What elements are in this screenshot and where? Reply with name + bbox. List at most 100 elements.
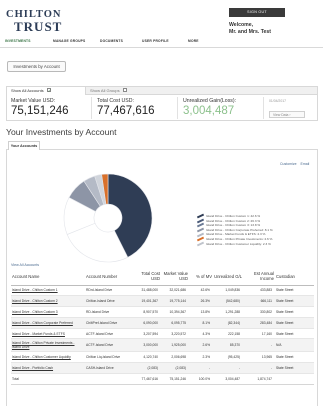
main-nav: INVESTMENTS MANAGE GROUPS DOCUMENTS USER…	[5, 39, 245, 45]
nav-manage-groups[interactable]: MANAGE GROUPS	[53, 39, 85, 43]
percent-mv: 13.8%	[189, 306, 213, 318]
unrealized-gain-label: Unrealized Gain(Loss):	[183, 98, 237, 104]
total-cell	[275, 373, 314, 385]
account-name-link[interactable]: Island Drive - Chilton Custom 2	[11, 295, 85, 308]
custodian: N/A	[275, 338, 314, 353]
header: CHILTON TRUST SIGN OUT Welcome, Mr. and …	[0, 0, 323, 52]
allocation-donut-chart	[63, 173, 153, 263]
unrealized-gl: 85,370	[213, 338, 243, 353]
custodian: State Street	[275, 362, 314, 375]
investments-by-account-button[interactable]: Investments by Account	[7, 61, 66, 72]
view-data-button[interactable]: View Data ›	[269, 111, 305, 118]
tab-show-all-accounts[interactable]: Show All Accounts	[7, 87, 86, 95]
account-name-link[interactable]: Island Drive - Chilton Custom 3	[11, 306, 85, 318]
account-name-link[interactable]: Island Drive - Chilton Private Investmen…	[11, 338, 85, 353]
account-name-link[interactable]: Island Drive - Chilton Custom 1	[11, 285, 85, 297]
total-cost: 4,120,740	[131, 351, 161, 364]
tab-show-all-accounts-label: Show All Accounts	[11, 88, 44, 93]
market-value-metric: Market Value USD: 75,151,246	[11, 98, 69, 117]
total-cell: 100.0%	[189, 373, 213, 385]
nav-investments[interactable]: INVESTMENTS	[5, 39, 31, 43]
metric-divider	[263, 97, 264, 119]
table-row[interactable]: Island Drive - Chilton Custom 2 Chilton-I…	[11, 295, 314, 308]
unrealized-gl: 1,049,836	[213, 285, 243, 297]
show-all-groups-checkbox[interactable]	[122, 88, 127, 93]
legend-label: Island Drive - Chilton Custom 1: 42.6 %	[206, 214, 261, 218]
market-value: 19,775,144	[161, 295, 189, 308]
sign-out-button[interactable]: SIGN OUT	[229, 8, 285, 17]
nav-documents[interactable]: DOCUMENTS	[100, 39, 123, 43]
as-of-date: 01/04/2017	[269, 99, 286, 103]
account-number: Chilton Liq-Island Drive	[85, 351, 131, 364]
chilton-trust-logo[interactable]: CHILTON TRUST	[6, 9, 68, 33]
tab-show-all-groups-label: Show All Groups	[90, 88, 120, 93]
table-row[interactable]: Island Drive - Chilton Custom 1 RDrd-Isla…	[11, 285, 314, 297]
view-all-accounts-link[interactable]: View All Accounts	[11, 263, 39, 267]
unrealized-gl: (95,425)	[213, 351, 243, 364]
account-number: RD-Island Drive	[85, 306, 131, 318]
custodian: State Street	[275, 317, 314, 329]
account-number: ACTF-Island Drive	[85, 338, 131, 353]
tab-your-accounts[interactable]: Your Accounts	[8, 141, 40, 150]
total-cell: 1,874,747	[243, 373, 275, 385]
market-value: 6,095,775	[161, 317, 189, 329]
nav-more[interactable]: MORE	[188, 39, 199, 43]
unrealized-gain-value: 3,004,487	[183, 105, 235, 117]
account-name-link[interactable]: Island Drive - Portfolio Cash	[11, 362, 85, 375]
show-all-accounts-checkbox[interactable]	[46, 87, 51, 95]
chart-legend: Island Drive - Chilton Custom 1: 42.6 % I…	[196, 213, 273, 247]
legend-label: Island Drive - Chilton Custom 2: 26.3 %	[206, 218, 261, 223]
total-cell	[85, 373, 131, 385]
chevron-right-icon: ›	[289, 113, 291, 117]
table-row[interactable]: Island Drive - Chilton Customer Liquidit…	[11, 351, 314, 364]
nav-user-profile[interactable]: USER PROFILE	[142, 39, 169, 43]
table-row[interactable]: Island Drive - Portfolio Cash CASH-Island…	[11, 362, 314, 375]
total-cost: 19,401,367	[131, 295, 161, 308]
col-market-value[interactable]: Market Value USD	[161, 268, 189, 286]
legend-label: Island Drive - Chilton Custom 3: 13.8 %	[206, 223, 261, 228]
table-row[interactable]: Island Drive - Chilton Private Investmen…	[11, 338, 314, 353]
col-est-annual-income[interactable]: Est Annual Income	[243, 268, 275, 286]
market-value: 3,220,572	[161, 328, 189, 340]
market-value: (2,083)	[161, 362, 189, 375]
customize-link[interactable]: Customize	[280, 162, 297, 166]
account-number: ChiltPref-Island Drive	[85, 317, 131, 329]
col-account-number[interactable]: Account Number	[85, 268, 131, 286]
est-annual-income: -	[243, 338, 275, 353]
legend-label: Island Drive - Market Funds & ETFS: 4.3 …	[206, 232, 266, 237]
view-data-label: View Data	[273, 113, 289, 117]
table-row[interactable]: Island Drive - Chilton Custom 3 RD-Island…	[11, 306, 314, 318]
unrealized-gl: (82,344)	[213, 317, 243, 329]
table-total-row: Total 77,467,616 75,151,246 100.0% 3,004,487…	[11, 373, 314, 385]
percent-mv: 26.3%	[189, 295, 213, 308]
total-cell: 75,151,246	[161, 373, 189, 385]
percent-mv: 2.3%	[189, 351, 213, 364]
unrealized-gl: -	[213, 362, 243, 375]
col-account-name[interactable]: Account Name	[11, 268, 85, 286]
email-link[interactable]: Email	[301, 162, 310, 166]
est-annual-income: 13,965	[243, 351, 275, 364]
col-custodian[interactable]: Custodian	[275, 268, 314, 286]
tab-show-all-groups[interactable]: Show All Groups	[86, 87, 317, 95]
welcome-user-name: Mr. and Mrs. Test	[229, 28, 271, 35]
market-value: 1,925,000	[161, 338, 189, 353]
total-cost-label: Total Cost USD:	[97, 98, 134, 104]
account-number: RDrd-Island Drive	[85, 285, 131, 297]
total-label: Total	[11, 373, 85, 385]
table-row[interactable]: Island Drive - Market Funds & ETFS ACTF-I…	[11, 328, 314, 340]
table-row[interactable]: Island Drive - Chilton Corporate Preferr…	[11, 317, 314, 329]
account-name-link[interactable]: Island Drive - Chilton Customer Liquidit…	[11, 351, 85, 364]
total-cost-value: 77,467,616	[97, 105, 155, 117]
account-name-link[interactable]: Island Drive - Chilton Corporate Preferr…	[11, 317, 85, 329]
custodian: State Street	[275, 328, 314, 340]
percent-mv: -	[189, 362, 213, 375]
col-percent-mv[interactable]: % of MV	[189, 268, 213, 286]
market-value: 32,021,686	[161, 285, 189, 297]
account-name-link[interactable]: Island Drive - Market Funds & ETFS	[11, 328, 85, 340]
col-total-cost[interactable]: Total Cost USD	[131, 268, 161, 286]
metric-divider	[91, 97, 92, 119]
accounts-table: Account Name Account Number Total Cost U…	[11, 268, 314, 385]
legend-label: Island Drive - Chilton Private Investmen…	[206, 236, 273, 241]
table-header-row: Account Name Account Number Total Cost U…	[11, 268, 314, 286]
col-unrealized-gl[interactable]: Unrealized G/L	[213, 268, 243, 286]
